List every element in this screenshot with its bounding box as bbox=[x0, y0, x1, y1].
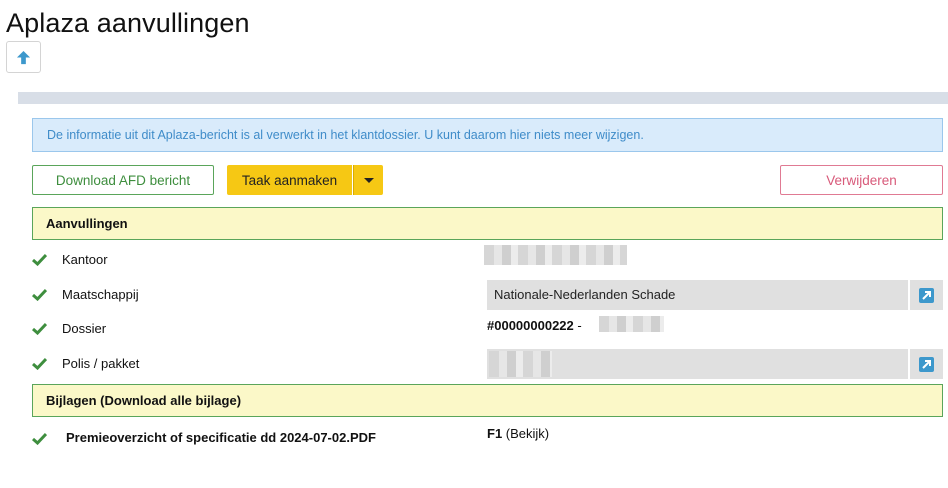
field-row-kantoor: Kantoor bbox=[32, 245, 943, 275]
dossier-value: #00000000222 - bbox=[487, 318, 582, 333]
external-link-icon bbox=[919, 356, 934, 372]
attachment-name: Premieoverzicht of specificatie dd 2024-… bbox=[66, 430, 376, 445]
open-polis-button[interactable] bbox=[910, 349, 943, 379]
open-maatschappij-button[interactable] bbox=[910, 280, 943, 310]
field-row-dossier: Dossier #00000000222 - bbox=[32, 314, 943, 344]
polis-value bbox=[487, 349, 908, 379]
caret-down-icon bbox=[363, 177, 374, 183]
check-icon bbox=[32, 253, 47, 266]
redacted-value bbox=[599, 316, 664, 332]
section-header-bijlagen[interactable]: Bijlagen (Download alle bijlage) bbox=[32, 384, 943, 417]
field-label: Dossier bbox=[62, 321, 107, 336]
content-panel: De informatie uit dit Aplaza-bericht is … bbox=[18, 104, 948, 488]
dossier-separator: - bbox=[573, 318, 582, 333]
dossier-number: #00000000222 bbox=[487, 318, 574, 333]
external-link-icon bbox=[919, 287, 934, 303]
check-icon bbox=[32, 357, 47, 370]
check-icon bbox=[32, 288, 47, 301]
create-task-dropdown-button[interactable] bbox=[353, 165, 383, 195]
attachment-code: F1 bbox=[487, 426, 503, 441]
redacted-value bbox=[484, 245, 627, 265]
view-attachment-link[interactable]: (Bekijk) bbox=[502, 426, 549, 441]
check-icon bbox=[32, 322, 47, 335]
download-afd-button[interactable]: Download AFD bericht bbox=[32, 165, 214, 195]
attachment-row: Premieoverzicht of specificatie dd 2024-… bbox=[32, 423, 943, 453]
navigate-up-button[interactable] bbox=[6, 41, 41, 73]
create-task-button[interactable]: Taak aanmaken bbox=[227, 165, 352, 195]
info-alert: De informatie uit dit Aplaza-bericht is … bbox=[32, 118, 943, 152]
field-row-maatschappij: Maatschappij Nationale-Nederlanden Schad… bbox=[32, 280, 943, 310]
section-header-aanvullingen: Aanvullingen bbox=[32, 207, 943, 240]
page-title: Aplaza aanvullingen bbox=[6, 8, 250, 38]
arrow-up-icon bbox=[16, 50, 31, 64]
field-row-polis: Polis / pakket bbox=[32, 349, 943, 379]
maatschappij-value: Nationale-Nederlanden Schade bbox=[487, 280, 908, 310]
field-label: Maatschappij bbox=[62, 287, 139, 302]
panel-background: De informatie uit dit Aplaza-bericht is … bbox=[18, 92, 948, 488]
field-label: Polis / pakket bbox=[62, 356, 140, 371]
redacted-value bbox=[489, 351, 552, 377]
delete-button[interactable]: Verwijderen bbox=[780, 165, 943, 195]
attachment-link[interactable]: F1 (Bekijk) bbox=[487, 426, 549, 441]
field-label: Kantoor bbox=[62, 252, 108, 267]
check-icon bbox=[32, 432, 47, 445]
